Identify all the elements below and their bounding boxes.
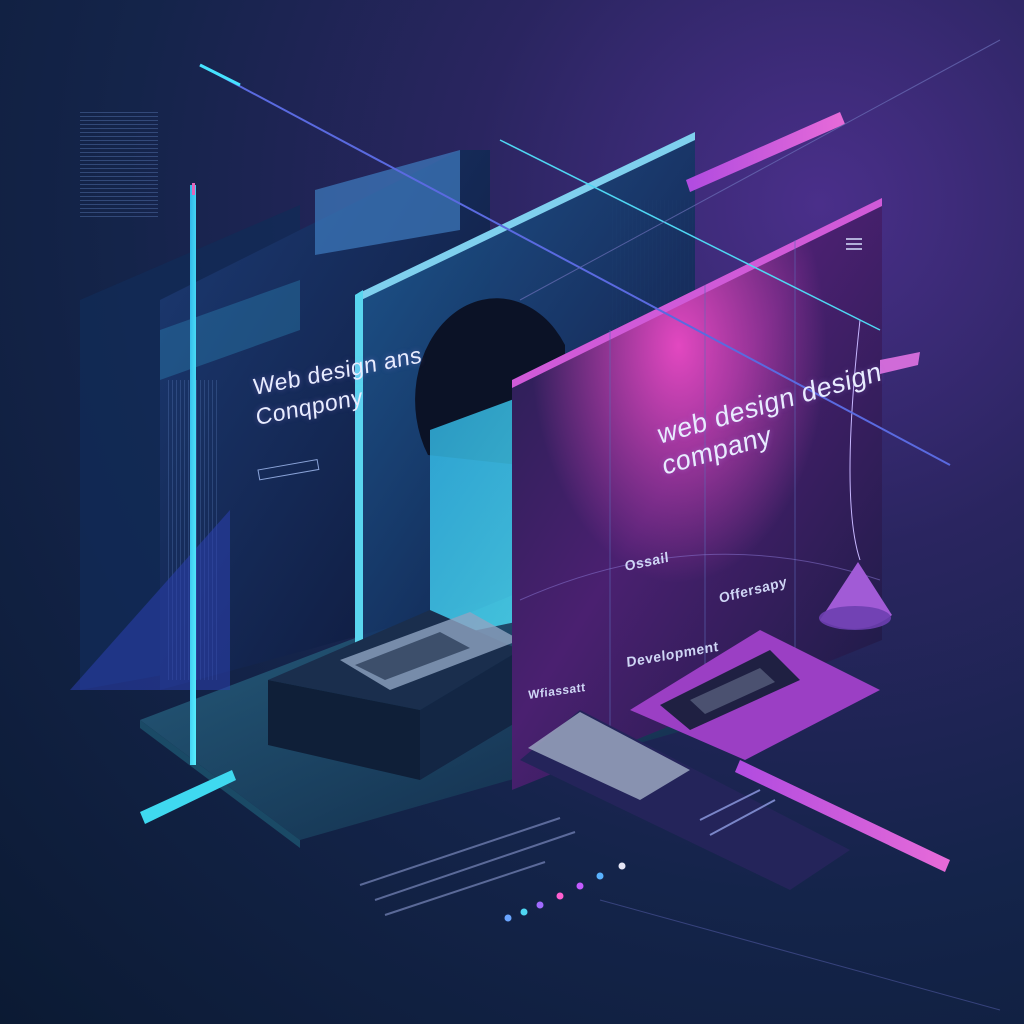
middle-panel-side-edge (355, 290, 363, 660)
hamburger-icon (846, 238, 862, 250)
cyan-bar (140, 770, 236, 824)
vertical-pole (190, 185, 196, 765)
bg-stripe-block (80, 112, 158, 217)
magenta-bar (686, 112, 845, 192)
color-dots (504, 862, 626, 922)
isometric-web-design-illustration: Web design ans Conqpony web design desig… (0, 0, 1024, 1024)
text-lines (359, 817, 576, 916)
illustration-graphics (70, 39, 1001, 1011)
magenta-bar-small (880, 352, 920, 374)
